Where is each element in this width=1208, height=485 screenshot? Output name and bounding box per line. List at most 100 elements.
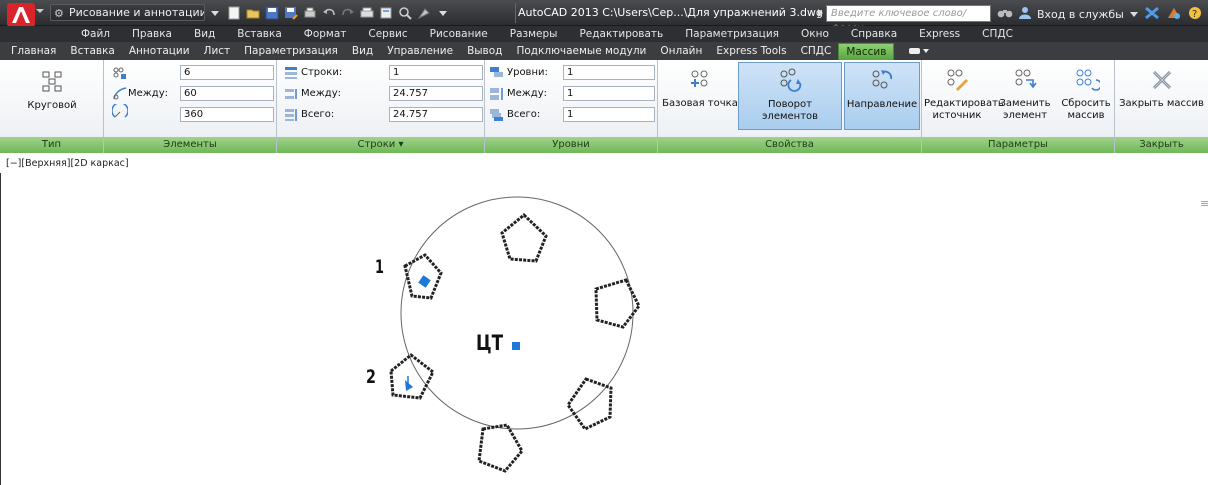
replace-item-label-1: Заменить [999, 98, 1051, 109]
title-separator [515, 3, 516, 23]
panel-type-title: Тип [0, 137, 103, 153]
drawing-canvas [389, 196, 641, 473]
rotate-items-button[interactable]: Поворот элементов [738, 62, 842, 130]
workspace-dropdown-icon[interactable] [207, 5, 223, 21]
fill-angle-input[interactable]: 360 [180, 107, 274, 122]
ribbon-tab-bar: Главная Вставка Аннотации Лист Параметри… [0, 42, 1208, 60]
drawing-viewport[interactable]: [−][Верхняя][2D каркас] ≡ 1 2 ЦТ [0, 153, 1208, 485]
exchange-icon[interactable] [1144, 6, 1160, 23]
panel-close-title: Закрыть [1115, 137, 1208, 153]
publish-icon[interactable] [378, 5, 394, 21]
help-icon[interactable]: ? [1188, 6, 1202, 23]
ribbon-minimize-button[interactable] [894, 42, 930, 60]
rows-total-input[interactable]: 24.757 [389, 107, 483, 122]
undo-icon[interactable] [321, 5, 337, 21]
rows-between-input[interactable]: 24.757 [389, 86, 483, 101]
panel-properties-title: Свойства [658, 137, 921, 153]
tab-output[interactable]: Вывод [460, 42, 509, 60]
menu-file[interactable]: Файл [70, 26, 121, 42]
signin-dropdown-icon[interactable] [1129, 8, 1138, 21]
menu-edit[interactable]: Правка [121, 26, 183, 42]
menu-window[interactable]: Окно [790, 26, 840, 42]
menu-express[interactable]: Express [908, 26, 971, 42]
levels-between-label: Между: [507, 88, 547, 99]
qat-customize-icon[interactable] [435, 5, 451, 21]
menu-view[interactable]: Вид [183, 26, 226, 42]
autodesk-app-icon[interactable] [1166, 6, 1182, 23]
panel-rows-title[interactable]: Строки ▾ [277, 137, 484, 153]
quick-access-toolbar [207, 4, 451, 22]
array-item-bottom[interactable] [477, 423, 524, 473]
tab-layout[interactable]: Лист [197, 42, 238, 60]
base-point-label: Базовая точка [662, 98, 738, 109]
rows-total-icon [285, 109, 297, 121]
tab-insert[interactable]: Вставка [63, 42, 122, 60]
fill-angle-icon [112, 104, 128, 118]
tab-view[interactable]: Вид [345, 42, 380, 60]
tab-spds[interactable]: СПДС [794, 42, 839, 60]
save-icon[interactable] [264, 5, 280, 21]
ribbon-toggle-icon [909, 48, 930, 54]
marker-label-2: 2 [366, 366, 376, 388]
items-between-input[interactable]: 60 [180, 86, 274, 101]
angle-between-icon [113, 87, 127, 100]
new-file-icon[interactable] [226, 5, 242, 21]
item-grip-square[interactable] [418, 275, 431, 288]
items-count-input[interactable]: 6 [180, 65, 274, 80]
plot-icon[interactable] [302, 5, 318, 21]
menu-tools[interactable]: Сервис [357, 26, 418, 42]
signin-label[interactable]: Вход в службы [1037, 8, 1124, 21]
application-menu-button[interactable] [6, 2, 36, 28]
panel-type: Круговой Тип [0, 60, 104, 153]
application-menu-dropdown-icon[interactable] [36, 9, 44, 13]
levels-total-input[interactable]: 1 [563, 107, 655, 122]
open-file-icon[interactable] [245, 5, 261, 21]
tab-manage[interactable]: Управление [380, 42, 460, 60]
close-array-button[interactable]: Закрыть массив [1117, 62, 1206, 130]
menu-modify[interactable]: Редактировать [568, 26, 674, 42]
tab-express-tools[interactable]: Express Tools [709, 42, 793, 60]
base-point-icon [691, 70, 708, 87]
tab-home[interactable]: Главная [4, 42, 63, 60]
item-grip-triangle[interactable] [405, 380, 413, 391]
tab-plugins[interactable]: Подключаемые модули [509, 42, 653, 60]
print-icon[interactable] [359, 5, 375, 21]
user-icon[interactable] [1019, 6, 1031, 22]
direction-button[interactable]: Направление [844, 62, 920, 130]
menu-draw[interactable]: Рисование [419, 26, 499, 42]
workspace-label: Рисование и аннотации [69, 6, 205, 19]
rows-count-input[interactable]: 1 [389, 65, 483, 80]
rows-icon [285, 67, 297, 79]
menu-insert[interactable]: Вставка [226, 26, 293, 42]
tab-array[interactable]: Массив [838, 43, 895, 60]
menu-parametric[interactable]: Параметризация [674, 26, 790, 42]
tab-annotate[interactable]: Аннотации [122, 42, 197, 60]
levels-between-input[interactable]: 1 [563, 86, 655, 101]
rotate-items-icon [780, 68, 802, 92]
edit-source-label-2: источник [932, 110, 982, 121]
redo-icon[interactable] [340, 5, 356, 21]
levels-count-input[interactable]: 1 [563, 65, 655, 80]
tab-parametric[interactable]: Параметризация [237, 42, 345, 60]
menu-spds[interactable]: СПДС [971, 26, 1024, 42]
replace-item-button[interactable]: Заменить элемент [992, 62, 1058, 130]
workspace-switcher[interactable]: ⚙ Рисование и аннотации [50, 4, 205, 21]
base-point-button[interactable]: Базовая точка [662, 62, 738, 130]
levels-label: Уровни: [507, 67, 548, 78]
edit-source-button[interactable]: Редактировать источник [924, 62, 1004, 130]
match-properties-icon[interactable] [416, 5, 432, 21]
preview-icon[interactable] [397, 5, 413, 21]
search-expand-icon[interactable] [818, 9, 823, 17]
center-point-grip[interactable] [512, 342, 520, 350]
save-as-icon[interactable] [283, 5, 299, 21]
binoculars-icon[interactable] [997, 7, 1013, 22]
menu-help[interactable]: Справка [840, 26, 908, 42]
array-item-top[interactable] [500, 212, 548, 263]
menu-format[interactable]: Формат [293, 26, 358, 42]
tab-online[interactable]: Онлайн [653, 42, 709, 60]
polar-array-type-button[interactable]: Круговой [10, 62, 94, 130]
menu-dimension[interactable]: Размеры [499, 26, 569, 42]
search-input[interactable]: Введите ключевое слово/фразу [826, 5, 991, 34]
edit-source-label-1: Редактировать [924, 98, 1004, 109]
reset-array-button[interactable]: Сбросить массив [1058, 62, 1114, 130]
